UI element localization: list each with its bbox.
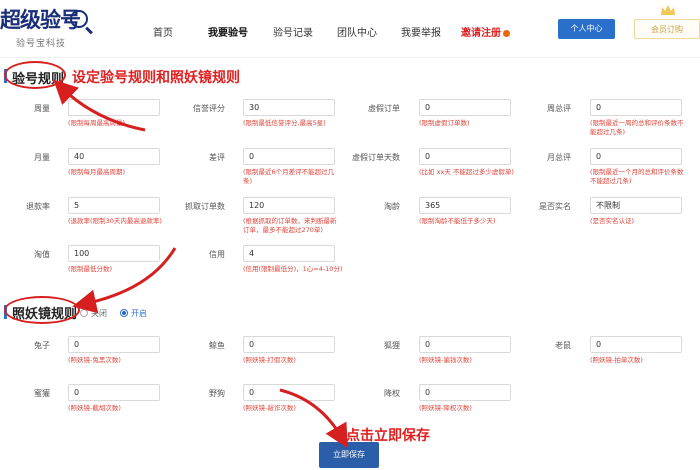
rules-label: 抓取订单数 <box>185 202 225 211</box>
mirror-hint: (照妖镜-打假次数) <box>243 356 296 364</box>
mirror-label: 狐狸 <box>384 341 400 350</box>
rules-hint: (限制最近6个月差评不能超过几条) <box>243 168 335 185</box>
mirror-label: 兔子 <box>34 341 50 350</box>
rules-hint: (限制最近一个月的总和评价条数不能超过几条) <box>590 168 684 185</box>
section1-annotation: 设定验号规则和照妖镜规则 <box>72 70 240 86</box>
section2-highlight <box>4 296 80 324</box>
logo-subtitle: 验号宝科技 <box>16 39 67 49</box>
rules-label: 淘值 <box>34 250 50 259</box>
rules-hint: (限制每周最高周量) <box>68 119 126 127</box>
mirror-label: 蜜獾 <box>34 389 50 398</box>
personal-center-button[interactable]: 个人中心 <box>558 19 615 39</box>
radio-off-label: 关闭 <box>91 309 107 318</box>
mirror-label: 老鼠 <box>555 341 571 350</box>
rules-label: 淘龄 <box>384 202 400 211</box>
mirror-input[interactable]: 0 <box>243 336 335 353</box>
top-header: 超级验号 验号宝科技 首页 我要验号 验号记录 团队中心 我要举报 邀请注册 个… <box>0 0 700 58</box>
rules-hint: (限制最低分数) <box>68 265 113 273</box>
rules-hint: (根据抓取的订单数，来判断最新订单，最多不能超过270单) <box>243 217 337 234</box>
rules-label: 是否实名 <box>539 202 571 211</box>
nav-team[interactable]: 团队中心 <box>337 24 377 39</box>
rules-input[interactable]: 120 <box>243 197 335 214</box>
mirror-input[interactable]: 0 <box>243 384 335 401</box>
radio-off-dot-icon <box>80 309 88 317</box>
section1-highlight <box>4 61 66 89</box>
rules-label: 月量 <box>34 153 50 162</box>
mirror-hint: (照妖镜-截胡次数) <box>68 404 121 412</box>
radio-on-label: 开启 <box>131 309 147 318</box>
rules-label: 信用 <box>209 250 225 259</box>
radio-on[interactable]: 开启 <box>120 308 147 319</box>
rules-hint: (比如 xx天 不能超过多少虚假单) <box>419 168 514 176</box>
rules-input[interactable]: 0 <box>419 99 511 116</box>
rules-hint: (信用(限制最低分)，1心=4-10分) <box>243 265 343 273</box>
rules-label: 周总评 <box>547 104 571 113</box>
nav-invite-label: 邀请注册 <box>461 28 501 39</box>
nav-records[interactable]: 验号记录 <box>273 24 313 39</box>
nav-verify[interactable]: 我要验号 <box>208 24 248 39</box>
mirror-label: 降权 <box>384 389 400 398</box>
rules-input[interactable]: 0 <box>590 148 682 165</box>
radio-on-dot-icon <box>120 309 128 317</box>
search-icon <box>70 10 88 28</box>
mirror-hint: (照妖镜-拍单次数) <box>590 356 643 364</box>
rules-input[interactable]: 5 <box>68 197 160 214</box>
rules-label: 退款率 <box>26 202 50 211</box>
rules-label: 信誉评分 <box>193 104 225 113</box>
mirror-hint: (照妖镜-兔黑次数) <box>68 356 121 364</box>
rules-label: 差评 <box>209 153 225 162</box>
rules-hint: (是否实名认证) <box>590 217 635 225</box>
mirror-input[interactable]: 0 <box>68 336 160 353</box>
rules-input[interactable]: 100 <box>68 245 160 262</box>
rules-hint: (限制虚假订单数) <box>419 119 470 127</box>
rules-hint: (限制淘龄不能低于多少天) <box>419 217 496 225</box>
rules-input[interactable]: 0 <box>243 148 335 165</box>
vip-order-button[interactable]: 会员订购 <box>634 19 700 39</box>
logo-text[interactable]: 超级验号 <box>0 4 81 34</box>
nav-home[interactable]: 首页 <box>153 24 173 39</box>
crown-icon <box>661 5 675 15</box>
rules-label: 虚假订单天数 <box>352 153 400 162</box>
rules-hint: (限制每月最高周期) <box>68 168 126 176</box>
rules-hint: (退款率(限制30天内最高退款率) <box>68 217 162 225</box>
rules-label: 月总评 <box>547 153 571 162</box>
mirror-label: 鲸鱼 <box>209 341 225 350</box>
rules-input[interactable]: 0 <box>419 148 511 165</box>
rules-input[interactable]: 365 <box>419 197 511 214</box>
rules-label: 周量 <box>34 104 50 113</box>
nav-invite[interactable]: 邀请注册 <box>461 24 510 39</box>
mirror-hint: (照妖镜-敲诈次数) <box>243 404 296 412</box>
mirror-input[interactable]: 0 <box>419 384 511 401</box>
rules-input[interactable]: 4 <box>243 245 335 262</box>
mirror-label: 野狗 <box>209 389 225 398</box>
rules-input[interactable]: 40 <box>68 148 160 165</box>
rules-label: 虚假订单 <box>368 104 400 113</box>
mirror-input[interactable]: 0 <box>590 336 682 353</box>
mirror-hint: (照妖镜-降权次数) <box>419 404 472 412</box>
nav-report[interactable]: 我要举报 <box>401 24 441 39</box>
mirror-hint: (照妖镜-骗钱次数) <box>419 356 472 364</box>
rules-input[interactable]: 30 <box>243 99 335 116</box>
save-button[interactable]: 立即保存 <box>319 442 379 468</box>
mirror-input[interactable]: 0 <box>68 384 160 401</box>
invite-badge-icon <box>503 29 510 37</box>
rules-hint: (限制最近一周的总和评价条数不能超过几条) <box>590 119 684 136</box>
rules-input[interactable]: 0 <box>590 99 682 116</box>
rules-input[interactable] <box>68 99 160 116</box>
radio-off[interactable]: 关闭 <box>80 308 107 319</box>
mirror-input[interactable]: 0 <box>419 336 511 353</box>
rules-hint: (限制最低信誉评分,最高5星) <box>243 119 326 127</box>
rules-input[interactable]: 不限制 <box>590 197 682 214</box>
